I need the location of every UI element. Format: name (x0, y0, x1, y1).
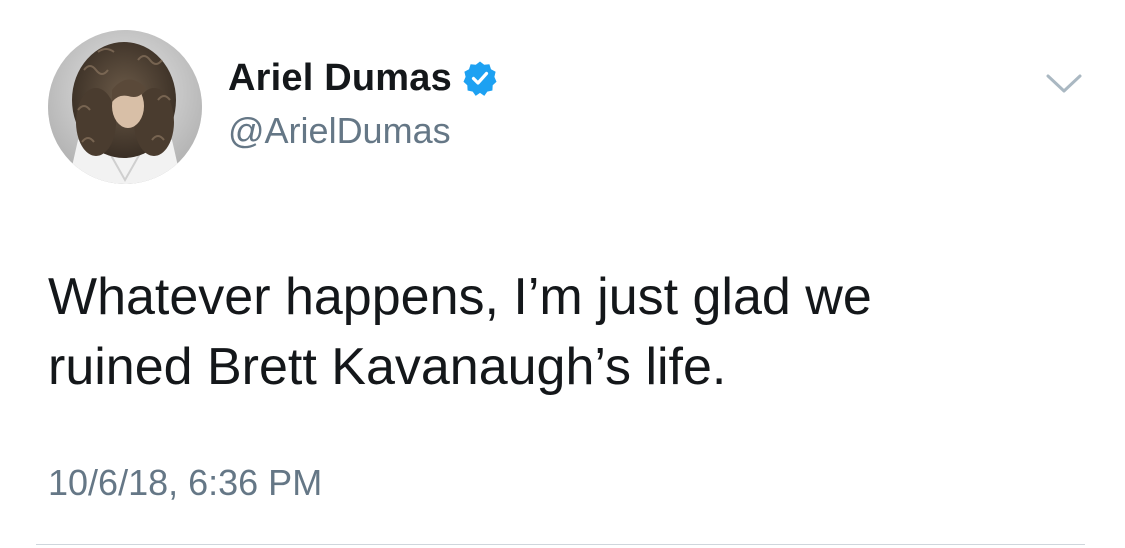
chevron-down-icon[interactable] (1044, 70, 1084, 98)
author-handle[interactable]: @ArielDumas (228, 110, 451, 152)
author-name-row[interactable]: Ariel Dumas (228, 56, 498, 100)
tweet-text: Whatever happens, I’m just glad we ruine… (48, 262, 1068, 402)
tweet-text-line: Whatever happens, I’m just glad we (48, 268, 872, 326)
verified-badge-icon (462, 60, 498, 96)
avatar[interactable] (48, 30, 202, 184)
tweet-timestamp[interactable]: 10/6/18, 6:36 PM (48, 462, 322, 504)
tweet-text-line: ruined Brett Kavanaugh’s life. (48, 338, 727, 396)
author-display-name[interactable]: Ariel Dumas (228, 57, 452, 100)
tweet-card: Ariel Dumas @ArielDumas Whatever happens… (0, 0, 1125, 548)
avatar-photo (48, 30, 202, 184)
divider (36, 544, 1085, 545)
